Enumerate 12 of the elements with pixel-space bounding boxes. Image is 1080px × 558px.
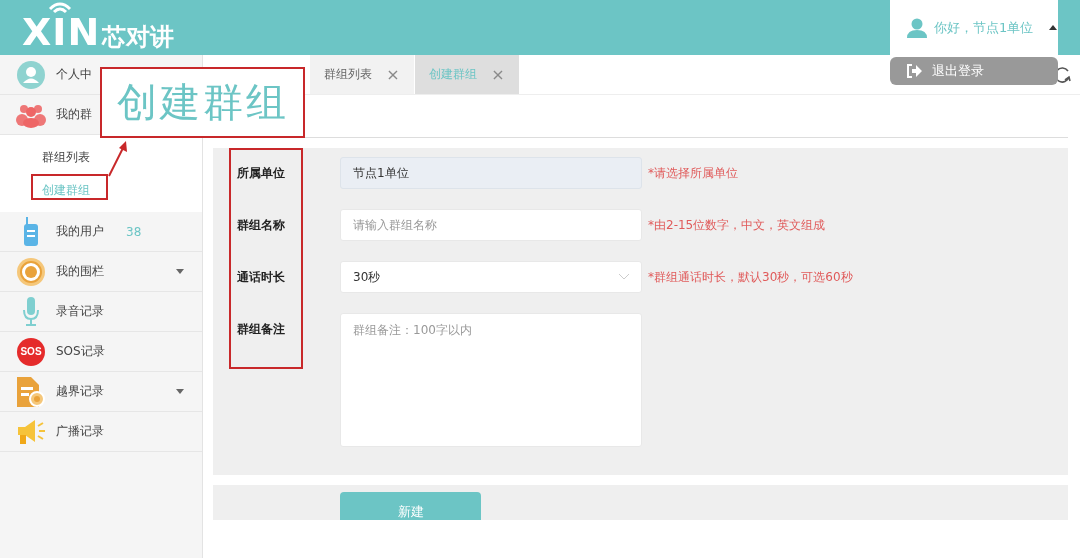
hint-text: *由2-15位数字，中文，英文组成 [648,217,826,234]
field-label: 所属单位 [237,165,286,182]
callout-tooltip: 创建群组 [100,67,305,138]
hint-text: *群组通话时长，默认30秒，可选60秒 [648,269,853,286]
field-label: 群组名称 [237,217,286,234]
field-label: 群组备注 [237,321,286,338]
sos-icon: SOS [17,337,45,366]
user-count: 38 [126,224,142,239]
hint-text: *请选择所属单位 [648,165,738,182]
field-label: 通话时长 [237,269,286,286]
logo-name: 芯对讲 [102,24,175,49]
logo-mark: XIN [22,12,101,51]
